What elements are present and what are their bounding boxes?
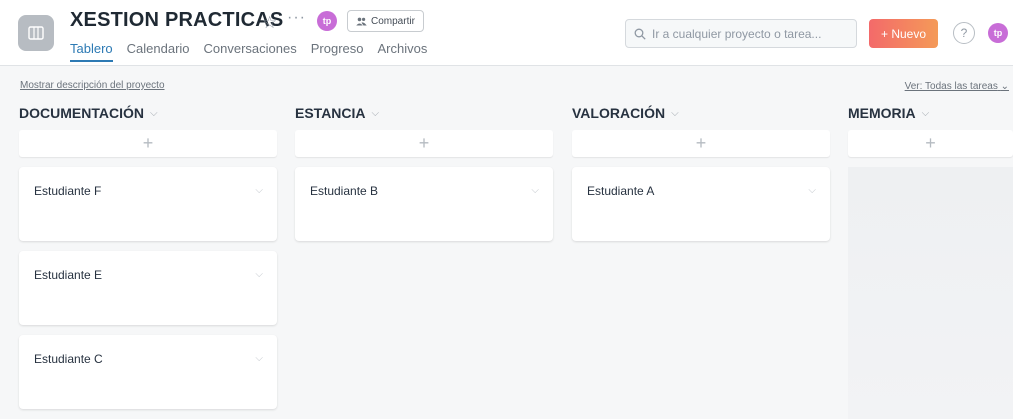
new-button[interactable]: + Nuevo xyxy=(869,19,938,48)
task-card[interactable]: Estudiante A ⌵ xyxy=(572,167,830,241)
tab-tablero[interactable]: Tablero xyxy=(70,41,113,62)
task-card-title: Estudiante A xyxy=(587,184,655,198)
column-title: DOCUMENTACIÓN xyxy=(19,105,144,121)
task-card-title: Estudiante F xyxy=(34,184,102,198)
search-icon xyxy=(634,28,646,40)
task-card[interactable]: Estudiante B ⌵ xyxy=(295,167,553,241)
task-card[interactable]: Estudiante C ⌵ xyxy=(19,335,277,409)
add-task-button[interactable]: + xyxy=(295,130,553,157)
column-header[interactable]: ESTANCIA ⌵ xyxy=(295,100,553,126)
search-input[interactable]: Ir a cualquier proyecto o tarea... xyxy=(625,19,857,48)
star-icon[interactable]: ☆ xyxy=(262,13,277,33)
view-filter-dropdown[interactable]: Ver: Todas las tareas ⌄ xyxy=(905,81,1009,92)
chevron-down-icon[interactable]: ⌵ xyxy=(372,108,380,119)
column-header[interactable]: VALORACIÓN ⌵ xyxy=(572,100,830,126)
column-drop-area xyxy=(848,167,1013,419)
task-card-title: Estudiante B xyxy=(310,184,379,198)
task-card[interactable]: Estudiante E ⌵ xyxy=(19,251,277,325)
board-column-documentacion: DOCUMENTACIÓN ⌵ + Estudiante F ⌵ Estudia… xyxy=(19,100,277,409)
chevron-down-icon[interactable]: ⌵ xyxy=(255,269,263,280)
task-card-title: Estudiante C xyxy=(34,352,103,366)
project-board-icon[interactable] xyxy=(18,15,54,51)
user-avatar[interactable]: tp xyxy=(988,23,1008,43)
column-title: MEMORIA xyxy=(848,105,916,121)
chevron-down-icon[interactable]: ⌵ xyxy=(255,185,263,196)
tab-conversaciones[interactable]: Conversaciones xyxy=(204,41,297,62)
chevron-down-icon[interactable]: ⌵ xyxy=(808,185,816,196)
chevron-down-icon[interactable]: ⌵ xyxy=(531,185,539,196)
add-task-button[interactable]: + xyxy=(848,130,1013,157)
ellipsis-icon[interactable]: ··· xyxy=(287,9,306,27)
chevron-down-icon[interactable]: ⌵ xyxy=(150,108,158,119)
column-title: ESTANCIA xyxy=(295,105,366,121)
board-column-estancia: ESTANCIA ⌵ + Estudiante B ⌵ xyxy=(295,100,553,241)
board-column-memoria: MEMORIA ⌵ + xyxy=(848,100,1013,157)
chevron-down-icon[interactable]: ⌵ xyxy=(671,108,679,119)
add-task-button[interactable]: + xyxy=(19,130,277,157)
help-icon[interactable]: ? xyxy=(953,22,975,44)
chevron-down-icon: ⌄ xyxy=(1000,81,1009,92)
search-placeholder: Ir a cualquier proyecto o tarea... xyxy=(652,26,822,41)
add-task-button[interactable]: + xyxy=(572,130,830,157)
member-avatar[interactable]: tp xyxy=(317,11,337,31)
people-icon xyxy=(356,17,367,25)
board-column-valoracion: VALORACIÓN ⌵ + Estudiante A ⌵ xyxy=(572,100,830,241)
project-title[interactable]: XESTION PRACTICAS xyxy=(70,9,283,32)
column-header[interactable]: MEMORIA ⌵ xyxy=(848,100,1013,126)
top-bar: XESTION PRACTICAS ☆ ··· tp Compartir Tab… xyxy=(0,0,1013,66)
tab-calendario[interactable]: Calendario xyxy=(127,41,190,62)
chevron-down-icon[interactable]: ⌵ xyxy=(922,108,930,119)
view-filter-label: Ver: Todas las tareas xyxy=(904,81,998,92)
project-tabs: Tablero Calendario Conversaciones Progre… xyxy=(70,41,441,62)
task-card[interactable]: Estudiante F ⌵ xyxy=(19,167,277,241)
share-button[interactable]: Compartir xyxy=(347,10,424,32)
chevron-down-icon[interactable]: ⌵ xyxy=(255,353,263,364)
show-project-description-link[interactable]: Mostrar descripción del proyecto xyxy=(20,80,165,91)
tab-archivos[interactable]: Archivos xyxy=(377,41,427,62)
column-title: VALORACIÓN xyxy=(572,105,666,121)
share-label: Compartir xyxy=(371,15,415,27)
tab-progreso[interactable]: Progreso xyxy=(311,41,364,62)
board-icon xyxy=(28,26,44,40)
task-card-title: Estudiante E xyxy=(34,268,103,282)
column-header[interactable]: DOCUMENTACIÓN ⌵ xyxy=(19,100,277,126)
